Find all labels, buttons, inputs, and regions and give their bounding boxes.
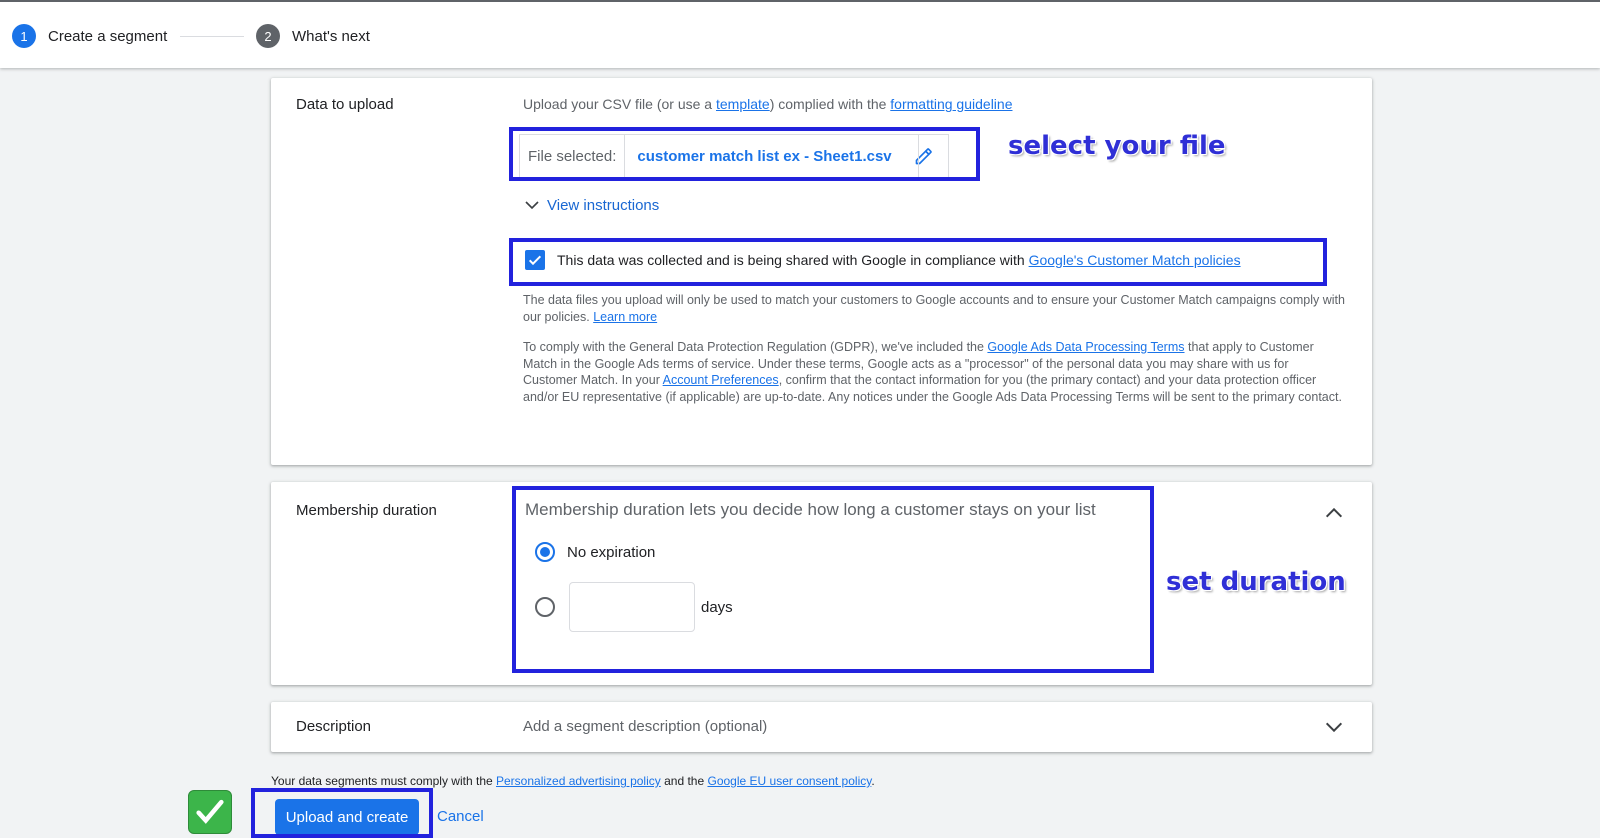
learn-more-link[interactable]: Learn more <box>593 310 657 324</box>
policy-note: Your data segments must comply with the … <box>271 774 875 788</box>
gdpr-text-1: To comply with the General Data Protecti… <box>523 340 988 354</box>
step-label-1: Create a segment <box>48 27 168 45</box>
description-label: Description <box>296 718 372 735</box>
stepper-divider <box>180 36 244 37</box>
cancel-button[interactable]: Cancel <box>437 808 484 825</box>
annotation-box-file <box>509 127 980 181</box>
data-processing-terms-link[interactable]: Google Ads Data Processing Terms <box>987 340 1184 354</box>
step-label-2: What's next <box>292 27 370 45</box>
annotation-box-consent <box>509 238 1327 286</box>
chevron-down-icon <box>525 201 539 210</box>
gdpr-notice: To comply with the General Data Protecti… <box>523 339 1343 405</box>
formatting-guideline-link[interactable]: formatting guideline <box>890 96 1012 112</box>
data-upload-label: Data to upload <box>296 96 394 113</box>
account-preferences-link[interactable]: Account Preferences <box>663 373 779 387</box>
upload-hint-prefix: Upload your CSV file (or use a <box>523 96 716 112</box>
eu-user-consent-policy-link[interactable]: Google EU user consent policy <box>707 774 871 788</box>
step-create-segment[interactable]: 1 Create a segment <box>12 24 167 48</box>
template-link[interactable]: template <box>716 96 770 112</box>
description-card[interactable]: Description Add a segment description (o… <box>271 702 1372 752</box>
view-instructions-label: View instructions <box>547 196 660 214</box>
stepper-header: 1 Create a segment 2 What's next <box>0 0 1600 68</box>
annotation-box-upload <box>251 788 433 838</box>
upload-hint: Upload your CSV file (or use a template)… <box>523 96 1012 112</box>
check-mark-icon <box>188 790 232 834</box>
step-whats-next[interactable]: 2 What's next <box>256 24 370 48</box>
chevron-down-icon[interactable] <box>1323 716 1345 738</box>
policy-note-suffix: . <box>871 774 875 788</box>
chevron-up-icon[interactable] <box>1323 502 1345 524</box>
view-instructions-toggle[interactable]: View instructions <box>523 196 659 214</box>
annotation-select-file: select your file <box>1008 131 1226 161</box>
personalized-advertising-policy-link[interactable]: Personalized advertising policy <box>496 774 661 788</box>
step-number-1: 1 <box>12 24 36 48</box>
usage-notice: The data files you upload will only be u… <box>523 292 1353 325</box>
annotation-box-duration <box>512 486 1154 673</box>
policy-note-middle: and the <box>660 774 708 788</box>
upload-hint-middle: ) complied with the <box>769 96 891 112</box>
description-placeholder[interactable]: Add a segment description (optional) <box>523 718 767 735</box>
step-number-2: 2 <box>256 24 280 48</box>
checkmark-glyph-icon <box>196 799 224 824</box>
annotation-set-duration: set duration <box>1166 567 1346 597</box>
membership-duration-label: Membership duration <box>296 502 437 519</box>
policy-note-prefix: Your data segments must comply with the <box>271 774 496 788</box>
